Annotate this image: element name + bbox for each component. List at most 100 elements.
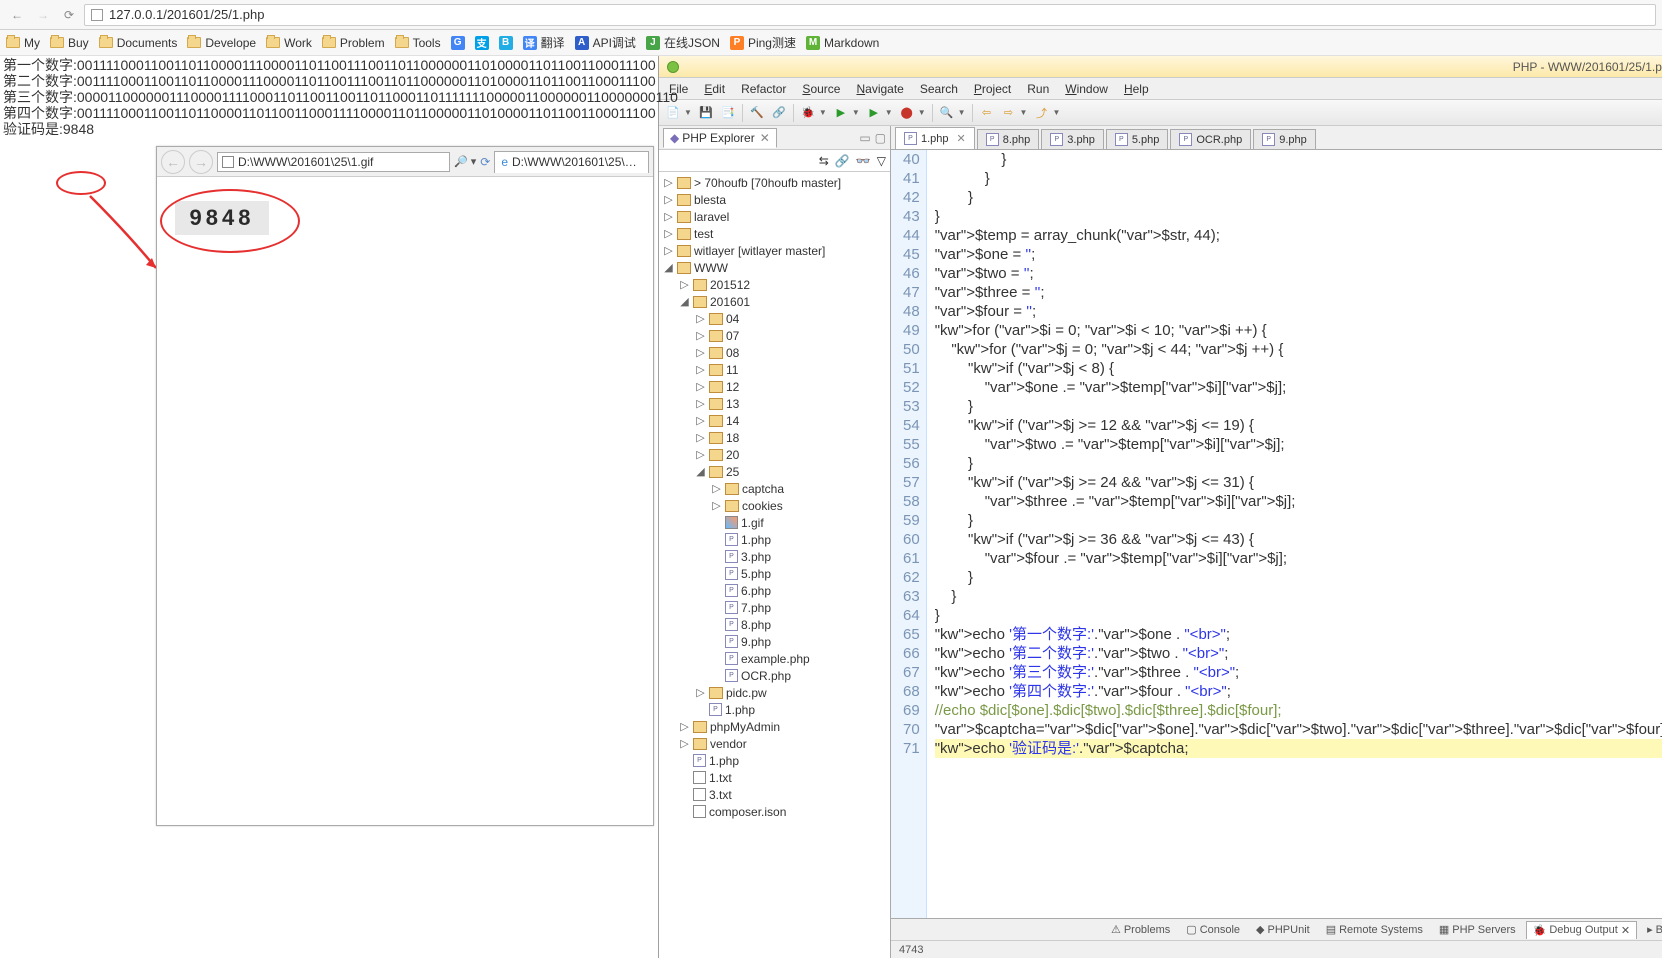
ie-search-dropdown[interactable]: 🔎 ▾ — [454, 155, 476, 168]
code-line[interactable]: } — [935, 150, 1662, 169]
run-icon[interactable]: ▶ — [833, 105, 849, 121]
menu-source[interactable]: Source — [796, 80, 846, 98]
explorer-tab[interactable]: ◆ PHP Explorer ✕ — [663, 128, 777, 148]
tree-item[interactable]: ▷12 — [659, 378, 890, 395]
editor-tab[interactable]: POCR.php — [1170, 129, 1251, 149]
code-line[interactable]: "var">$three = ''; — [935, 283, 1662, 302]
bookmark-item[interactable]: 译翻译 — [523, 34, 565, 51]
code-line[interactable]: "var">$two = ''; — [935, 264, 1662, 283]
editor-tab[interactable]: P3.php — [1041, 129, 1104, 149]
code-line[interactable]: "kw">for ("var">$j = 0; "var">$j < 44; "… — [935, 340, 1662, 359]
tree-item[interactable]: P1.php — [659, 752, 890, 769]
tree-item[interactable]: ▷07 — [659, 327, 890, 344]
menu-edit[interactable]: Edit — [698, 80, 731, 98]
code-line[interactable]: "kw">echo '第四个数字:'."var">$four . "<br>"; — [935, 682, 1662, 701]
code-line[interactable]: "var">$three .= "var">$temp["var">$i]["v… — [935, 492, 1662, 511]
code-line[interactable]: "var">$four .= "var">$temp["var">$i]["va… — [935, 549, 1662, 568]
build-icon[interactable]: 🔨 — [749, 105, 765, 121]
bookmark-item[interactable]: Buy — [50, 36, 89, 50]
tree-twisty[interactable]: ▷ — [695, 346, 706, 360]
bookmark-item[interactable]: Tools — [395, 36, 441, 50]
code-line[interactable]: "kw">echo '第二个数字:'."var">$two . "<br>"; — [935, 644, 1662, 663]
tree-item[interactable]: P1.php — [659, 701, 890, 718]
run-ext-icon[interactable]: ▶ — [866, 105, 882, 121]
bookmark-item[interactable]: PPing测速 — [730, 34, 796, 51]
menu-navigate[interactable]: Navigate — [850, 80, 909, 98]
code-line[interactable]: //echo $dic[$one].$dic[$two].$dic[$three… — [935, 701, 1662, 720]
bookmark-item[interactable]: My — [6, 36, 40, 50]
bookmark-item[interactable]: Documents — [99, 36, 178, 50]
close-icon[interactable]: ✕ — [957, 132, 966, 145]
ie-refresh-button[interactable]: ⟳ — [480, 155, 490, 169]
new-icon[interactable]: 📄 — [665, 105, 681, 121]
address-bar[interactable]: 127.0.0.1/201601/25/1.php — [84, 4, 1656, 26]
ie-forward-button[interactable]: → — [189, 150, 213, 174]
editor-tab[interactable]: P8.php — [977, 129, 1040, 149]
code-line[interactable]: } — [935, 511, 1662, 530]
code-line[interactable]: } — [935, 397, 1662, 416]
bottom-tab[interactable]: ▢Console — [1180, 921, 1246, 938]
ie-tab[interactable]: e D:\WWW\201601\25\1.gif — [494, 151, 649, 173]
tree-item[interactable]: P3.php — [659, 548, 890, 565]
code-line[interactable]: "kw">if ("var">$j < 8) { — [935, 359, 1662, 378]
code-line[interactable]: "var">$two .= "var">$temp["var">$i]["var… — [935, 435, 1662, 454]
bottom-tab[interactable]: 🐞Debug Output ✕ — [1526, 921, 1637, 939]
tree-twisty[interactable]: ▷ — [679, 278, 690, 292]
tree-twisty[interactable]: ▷ — [663, 244, 674, 258]
bookmark-item[interactable]: Develope — [187, 36, 256, 50]
save-all-icon[interactable]: 📑 — [720, 105, 736, 121]
ie-back-button[interactable]: ← — [161, 150, 185, 174]
tree-item[interactable]: Pexample.php — [659, 650, 890, 667]
code-line[interactable]: "kw">for ("var">$i = 0; "var">$i < 10; "… — [935, 321, 1662, 340]
explorer-close-icon[interactable]: ✕ — [760, 131, 770, 145]
explorer-minimize-icon[interactable]: ▭ — [859, 131, 870, 145]
tree-item[interactable]: ▷20 — [659, 446, 890, 463]
forward-button[interactable]: → — [32, 4, 54, 26]
code-line[interactable]: "kw">if ("var">$j >= 24 && "var">$j <= 3… — [935, 473, 1662, 492]
focus-icon[interactable]: 👓 — [856, 154, 871, 168]
menu-help[interactable]: Help — [1118, 80, 1155, 98]
link-icon[interactable]: 🔗 — [771, 105, 787, 121]
debug-icon[interactable]: 🐞 — [800, 105, 816, 121]
tree-twisty[interactable]: ▷ — [695, 363, 706, 377]
bookmark-item[interactable]: 支 — [475, 36, 489, 50]
bookmark-item[interactable]: MMarkdown — [806, 36, 879, 50]
code-content[interactable]: } } }} "var">$temp = array_chunk("var">$s… — [927, 150, 1662, 918]
tree-item[interactable]: ▷phpMyAdmin — [659, 718, 890, 735]
tree-item[interactable]: ◢201601 — [659, 293, 890, 310]
code-line[interactable]: } — [935, 587, 1662, 606]
code-line[interactable]: "var">$four = ''; — [935, 302, 1662, 321]
reload-button[interactable]: ⟳ — [58, 4, 80, 26]
code-line[interactable]: "kw">echo '第一个数字:'."var">$one . "<br>"; — [935, 625, 1662, 644]
tree-item[interactable]: P6.php — [659, 582, 890, 599]
editor-tab[interactable]: P5.php — [1106, 129, 1169, 149]
code-line[interactable]: } — [935, 606, 1662, 625]
tree-item[interactable]: POCR.php — [659, 667, 890, 684]
menu-run[interactable]: Run — [1021, 80, 1055, 98]
bookmark-item[interactable]: Work — [266, 36, 312, 50]
code-line[interactable]: "var">$temp = array_chunk("var">$str, 44… — [935, 226, 1662, 245]
menu-search[interactable]: Search — [914, 80, 964, 98]
tree-twisty[interactable]: ▷ — [663, 227, 674, 241]
tree-item[interactable]: ▷test — [659, 225, 890, 242]
close-icon[interactable]: ✕ — [1621, 924, 1630, 937]
collapse-all-icon[interactable]: ⇆ — [819, 154, 829, 168]
bottom-tab[interactable]: ▸Br — [1641, 921, 1662, 938]
tree-item[interactable]: ▷> 70houfb [70houfb master] — [659, 174, 890, 191]
tree-item[interactable]: 1.txt — [659, 769, 890, 786]
save-icon[interactable]: 💾 — [698, 105, 714, 121]
code-editor[interactable]: 4041424344454647484950515253545556575859… — [891, 150, 1662, 918]
tree-item[interactable]: ▷201512 — [659, 276, 890, 293]
tree-twisty[interactable]: ▷ — [679, 720, 690, 734]
tree-item[interactable]: ▷08 — [659, 344, 890, 361]
tree-twisty[interactable]: ▷ — [711, 482, 722, 496]
code-line[interactable]: "kw">echo '验证码是:'."var">$captcha; — [935, 739, 1662, 758]
tree-item[interactable]: P8.php — [659, 616, 890, 633]
tree-twisty[interactable]: ▷ — [695, 329, 706, 343]
code-line[interactable]: } — [935, 188, 1662, 207]
view-menu-icon[interactable]: ▽ — [877, 154, 886, 168]
bookmark-item[interactable]: AAPI调试 — [575, 34, 636, 51]
tree-twisty[interactable]: ▷ — [695, 312, 706, 326]
tree-twisty[interactable]: ▷ — [695, 686, 706, 700]
bookmark-item[interactable]: G — [451, 36, 465, 50]
